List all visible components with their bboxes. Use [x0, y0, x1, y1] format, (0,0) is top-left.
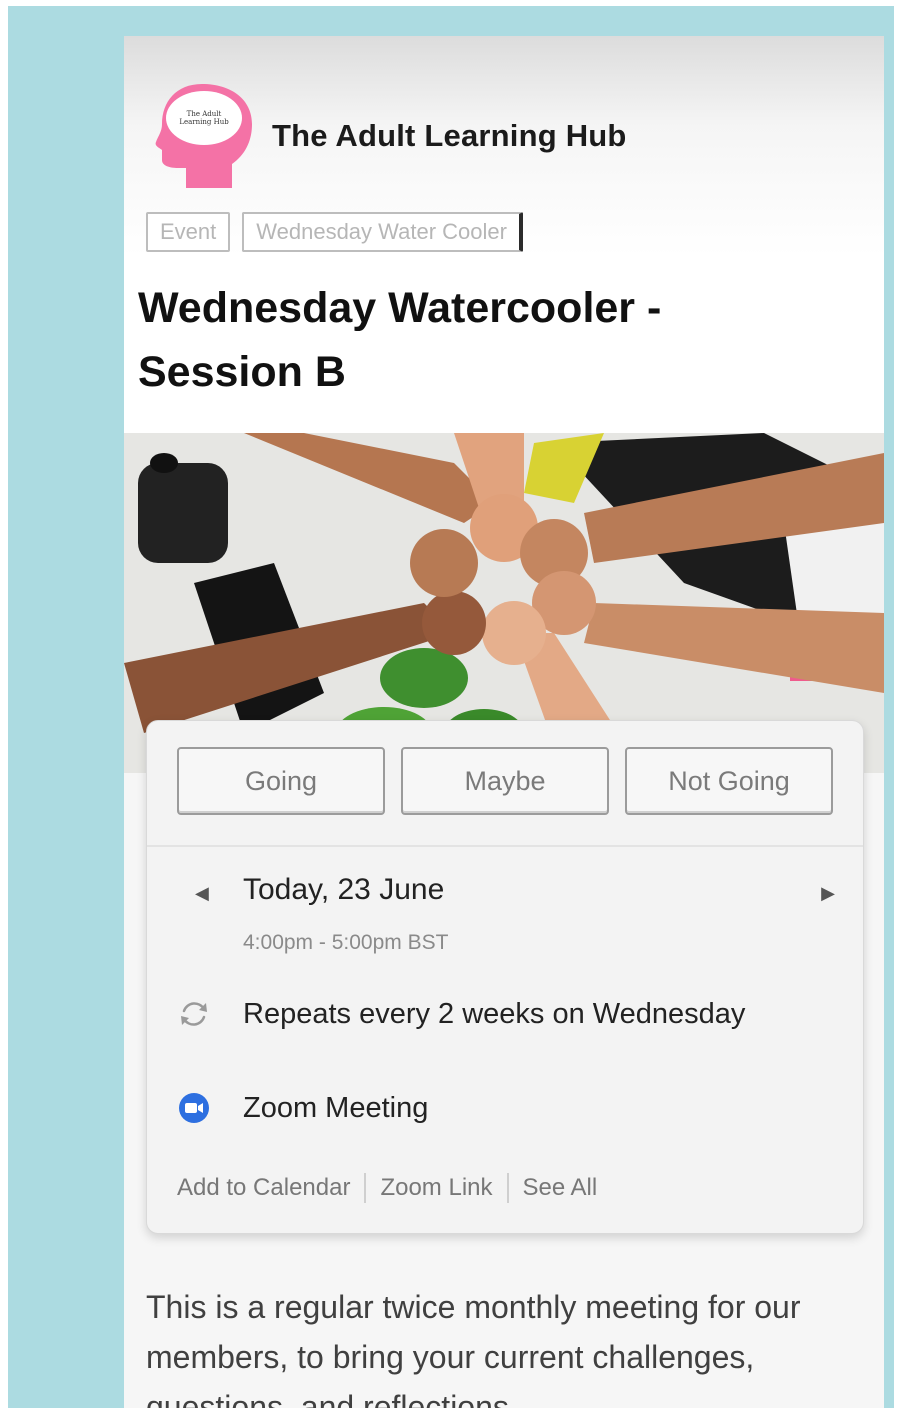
event-date: Today, 23 June [243, 873, 445, 906]
not-going-button[interactable]: Not Going [625, 747, 833, 815]
org-logo: The Adult Learning Hub [152, 80, 256, 192]
location-text: Zoom Meeting [243, 1091, 429, 1124]
repeat-text: Repeats every 2 weeks on Wednesday [243, 997, 746, 1030]
card-divider [147, 845, 863, 847]
event-links: Add to Calendar Zoom Link See All [177, 1173, 597, 1203]
rsvp-buttons: Going Maybe Not Going [177, 747, 833, 815]
tag-wednesday-water-cooler[interactable]: Wednesday Water Cooler [242, 212, 523, 252]
link-separator [364, 1173, 367, 1203]
previous-date-icon[interactable]: ◀ [195, 883, 209, 904]
tag-list: Event Wednesday Water Cooler [146, 212, 523, 252]
maybe-button[interactable]: Maybe [401, 747, 609, 815]
next-date-icon[interactable]: ▶ [821, 883, 835, 904]
going-button[interactable]: Going [177, 747, 385, 815]
date-navigator: ◀ Today, 23 June 4:00pm - 5:00pm BST ▶ [187, 863, 837, 954]
tag-event[interactable]: Event [146, 212, 231, 252]
repeat-info: Repeats every 2 weeks on Wednesday [177, 997, 745, 1031]
event-details-card: Going Maybe Not Going ◀ Today, 23 June 4… [146, 720, 864, 1234]
see-all-link[interactable]: See All [523, 1174, 598, 1202]
add-to-calendar-link[interactable]: Add to Calendar [177, 1174, 350, 1202]
event-time: 4:00pm - 5:00pm BST [243, 931, 449, 954]
event-title: Wednesday Watercooler - Session B [138, 284, 662, 396]
zoom-link[interactable]: Zoom Link [380, 1174, 492, 1202]
event-page: The Adult Learning Hub The Adult Learnin… [124, 36, 884, 1408]
link-separator [506, 1173, 509, 1203]
repeat-icon [181, 1002, 207, 1026]
org-name[interactable]: The Adult Learning Hub [272, 118, 627, 154]
zoom-icon [179, 1093, 209, 1123]
logo-text: The Adult Learning Hub [179, 110, 229, 126]
org-header[interactable]: The Adult Learning Hub The Adult Learnin… [152, 80, 627, 192]
event-description: This is a regular twice monthly meeting … [146, 1289, 801, 1408]
location-info: Zoom Meeting [177, 1091, 428, 1125]
